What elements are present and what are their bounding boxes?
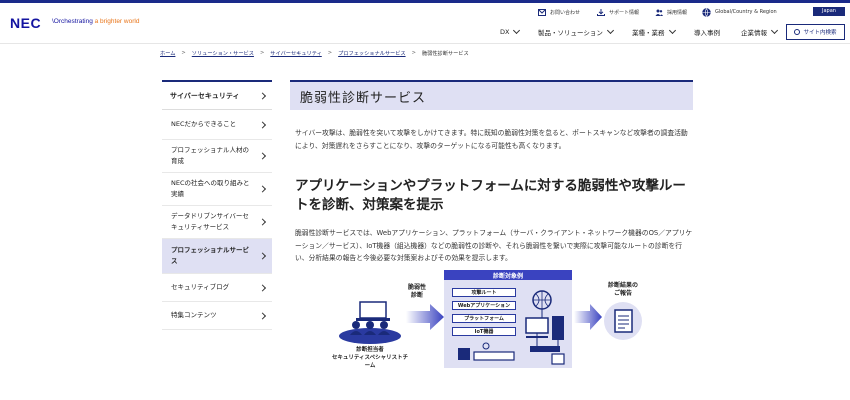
chevron-right-icon <box>258 311 267 320</box>
chevron-right-icon <box>258 252 267 260</box>
nav-industry[interactable]: 業種・業務 <box>632 26 676 37</box>
util-global-label: Global/Country & Region <box>715 9 777 15</box>
util-support-link[interactable]: サポート情報 <box>597 7 639 17</box>
globe-icon <box>702 7 711 17</box>
diagnosis-label-line2: 診断 <box>410 292 423 299</box>
sidebar-item-professional[interactable]: プロフェッショナルサービス <box>162 239 272 274</box>
sidebar-item-label: 特集コンテンツ <box>171 311 217 319</box>
breadcrumb-separator: > <box>411 50 416 56</box>
tagline-prefix: \Orchestrating <box>52 18 95 25</box>
target-item: 攻撃ルート <box>452 288 516 297</box>
result-label-line2: ご報告 <box>613 290 632 297</box>
nav-cases-label: 導入事例 <box>694 29 720 37</box>
sidebar-item-label: プロフェッショナルサービス <box>171 246 249 265</box>
breadcrumb-solutions[interactable]: ソリューション・サービス <box>192 50 254 57</box>
result-label-line1: 診断結果の <box>607 282 638 289</box>
site-search-button[interactable]: サイト内検索 <box>786 24 845 40</box>
util-careers-label: 採用情報 <box>667 9 688 16</box>
diagnosis-label: 脆弱性 診断 <box>400 284 434 300</box>
breadcrumb-separator: > <box>181 50 186 56</box>
mail-icon <box>538 8 546 16</box>
util-support-label: サポート情報 <box>609 9 640 16</box>
search-icon <box>794 29 801 35</box>
breadcrumb-separator: > <box>259 50 265 56</box>
top-accent-bar <box>0 0 850 3</box>
target-item: Webアプリケーション <box>452 301 516 310</box>
sidebar-heading-label: サイバーセキュリティ <box>170 91 240 100</box>
breadcrumb-cybersecurity[interactable]: サイバーセキュリティ <box>270 50 321 57</box>
tagline-accent: a brighter world <box>94 18 140 25</box>
nec-logo[interactable]: NEC <box>10 15 41 31</box>
sidebar-item-label: セキュリティブログ <box>171 283 230 291</box>
report-document-icon <box>604 302 642 340</box>
sidebar-item-talent[interactable]: プロフェッショナル人材の育成 <box>162 140 272 173</box>
breadcrumb: ホーム > ソリューション・サービス > サイバーセキュリティ > プロフェッシ… <box>160 50 469 57</box>
util-contact-link[interactable]: お問い合わせ <box>538 7 580 17</box>
nav-dx-label: DX <box>500 28 510 36</box>
breadcrumb-current: 脆弱性診断サービス <box>421 51 469 57</box>
chevron-down-icon <box>770 26 779 35</box>
tagline: \Orchestrating a brighter world <box>52 18 139 25</box>
sidebar-item-society[interactable]: NECの社会への取り組みと実績 <box>162 173 272 206</box>
chevron-right-icon <box>258 283 267 292</box>
chevron-right-icon <box>258 120 267 129</box>
chevron-down-icon <box>606 26 614 35</box>
nav-products-label: 製品・ソリューション <box>538 29 603 37</box>
sidebar-item-label: NECだからできること <box>171 120 237 128</box>
intro-paragraph: サイバー攻撃は、脆弱性を突いて攻撃をしかけてきます。特に既知の脆弱性対策を怠ると… <box>295 129 688 150</box>
chevron-down-icon <box>668 26 676 35</box>
util-careers-link[interactable]: 採用情報 <box>655 7 687 17</box>
nav-cases[interactable]: 導入事例 <box>694 27 720 37</box>
util-contact-label: お問い合わせ <box>550 9 581 16</box>
section-heading: アプリケーションやプラットフォームに対する脆弱性や攻撃ルートを診断、対策案を提示 <box>295 178 686 213</box>
sidebar-item-label: プロフェッショナル人材の育成 <box>171 146 249 165</box>
target-list: 攻撃ルート Webアプリケーション プラットフォーム IoT機器 <box>444 280 572 368</box>
util-global-link[interactable]: Global/Country & Region <box>702 7 777 17</box>
people-icon <box>655 9 663 16</box>
sidebar-item-features[interactable]: 特集コンテンツ <box>162 302 272 330</box>
iot-devices-icon <box>458 342 515 361</box>
chevron-right-icon <box>258 91 267 100</box>
sidebar-heading[interactable]: サイバーセキュリティ <box>162 80 272 110</box>
nav-corporate[interactable]: 企業情報 <box>741 26 779 37</box>
body-paragraph: 脆弱性診断サービスでは、Webアプリケーション、プラットフォーム（サーバ・クライ… <box>295 229 693 262</box>
chevron-right-icon <box>258 185 267 193</box>
page-title: 脆弱性診断サービス <box>290 80 693 110</box>
diagnosis-label-line1: 脆弱性 <box>407 284 426 291</box>
language-japan-button[interactable]: Japan <box>813 7 845 16</box>
arrow-right-icon <box>574 304 602 330</box>
sidebar: サイバーセキュリティ NECだからできること プロフェッショナル人材の育成 NE… <box>162 80 272 330</box>
target-examples-title: 診断対象例 <box>492 273 523 280</box>
site-search-label: サイト内検索 <box>803 30 837 36</box>
chevron-right-icon <box>258 152 267 160</box>
sidebar-item-blog[interactable]: セキュリティブログ <box>162 274 272 302</box>
arrow-right-icon <box>406 304 444 330</box>
nav-products[interactable]: 製品・ソリューション <box>538 26 614 37</box>
breadcrumb-professional[interactable]: プロフェッショナルサービス <box>338 50 405 57</box>
team-label: 診断担当者 セキュリティスペシャリストチーム <box>330 346 410 370</box>
download-icon <box>597 8 605 16</box>
nav-corporate-label: 企業情報 <box>741 29 767 37</box>
chevron-down-icon <box>513 26 521 35</box>
sidebar-item-why-nec[interactable]: NECだからできること <box>162 110 272 140</box>
chevron-right-icon <box>258 218 267 226</box>
target-item: IoT機器 <box>452 327 516 336</box>
sidebar-item-label: データドリブンサイバーセキュリティサービス <box>171 212 249 231</box>
team-label-line1: 診断担当者 <box>356 347 384 353</box>
breadcrumb-home[interactable]: ホーム <box>160 50 175 57</box>
sidebar-item-data-driven[interactable]: データドリブンサイバーセキュリティサービス <box>162 206 272 239</box>
nav-dx[interactable]: DX <box>500 26 521 37</box>
network-devices-icon <box>525 290 565 365</box>
target-item: プラットフォーム <box>452 314 516 323</box>
team-label-line2: セキュリティスペシャリストチーム <box>331 355 409 369</box>
breadcrumb-separator: > <box>327 50 333 56</box>
result-label: 診断結果の ご報告 <box>598 282 648 298</box>
specialist-team-illustration <box>339 301 401 344</box>
service-diagram: 脆弱性 診断 診断担当者 セキュリティスペシャリストチーム 診断対象例 攻撃ルー… <box>330 268 670 370</box>
nav-industry-label: 業種・業務 <box>632 29 665 37</box>
header-divider <box>0 43 850 44</box>
sidebar-item-label: NECの社会への取り組みと実績 <box>171 179 250 198</box>
